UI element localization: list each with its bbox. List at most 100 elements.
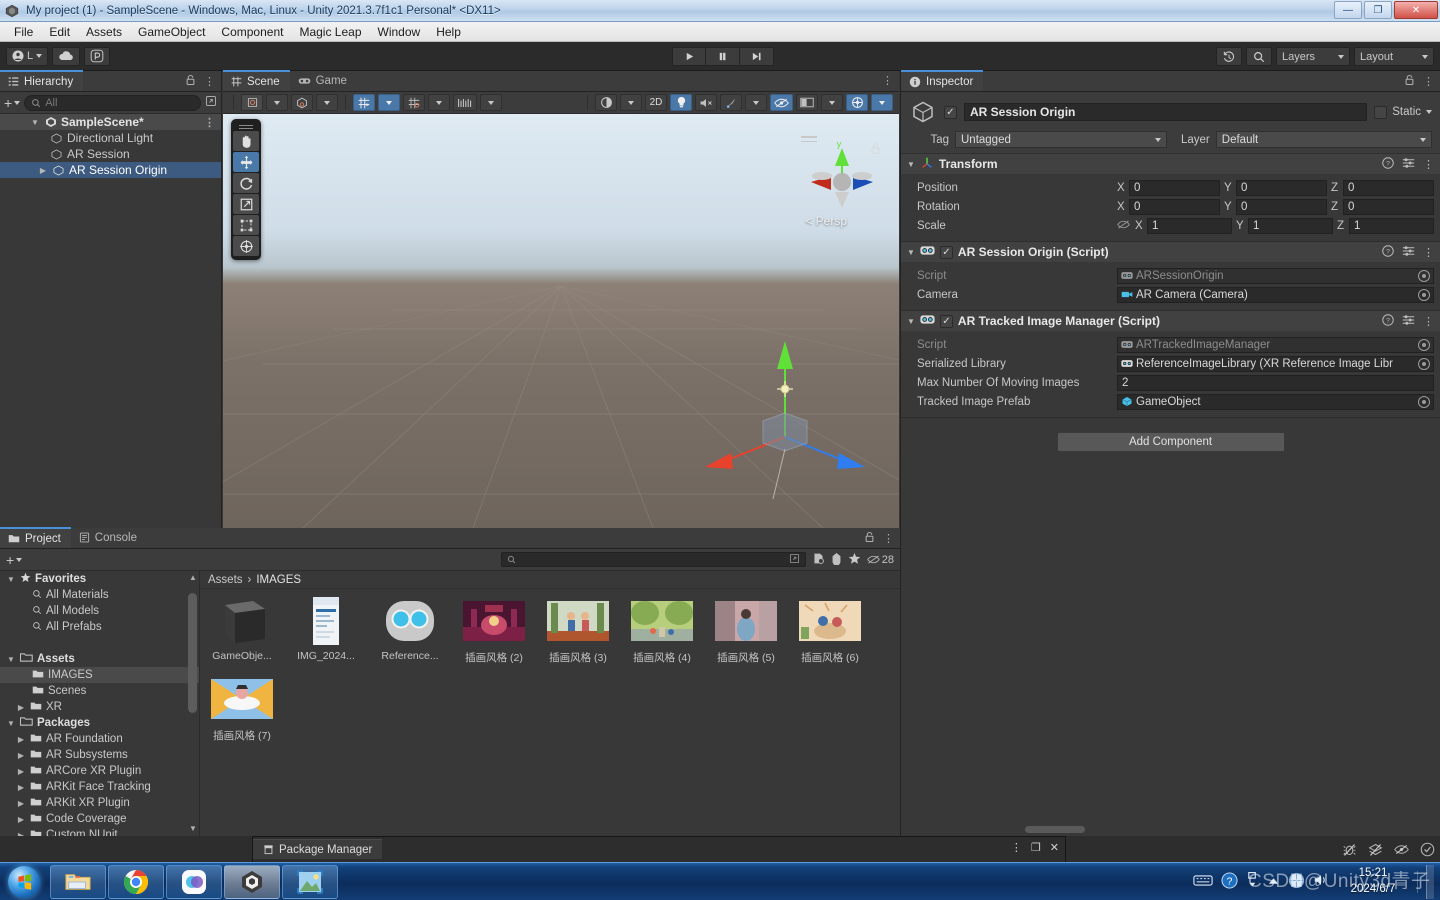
favorite-filter-icon[interactable] (848, 552, 861, 568)
menu-component[interactable]: Component (213, 23, 291, 41)
play-button[interactable] (672, 47, 706, 66)
tab-game[interactable]: Game (290, 70, 357, 91)
account-dropdown[interactable]: L (6, 46, 49, 66)
tree-row-custom-nunit[interactable]: ▶ Custom NUnit (0, 827, 199, 836)
scene-viewport[interactable]: y x z < Persp (223, 114, 899, 528)
tracked-image-prefab-object-field[interactable]: GameObject (1117, 393, 1434, 410)
scene-tool-global-button[interactable] (291, 94, 313, 111)
component-header[interactable]: ▼ ✓ AR Session Origin (Script) ? ⋮ (901, 242, 1440, 262)
scale-tool-icon[interactable] (233, 194, 259, 214)
position-y-input[interactable]: 0 (1236, 179, 1327, 196)
hierarchy-menu-icon[interactable]: ⋮ (204, 75, 215, 88)
hand-tool-icon[interactable] (233, 131, 259, 151)
object-picker-icon[interactable] (1418, 338, 1430, 351)
project-horizontal-scrollbar[interactable] (415, 826, 1095, 833)
constrain-proportions-icon[interactable] (1117, 219, 1130, 233)
tree-row-favorites[interactable]: ▼ Favorites (0, 571, 199, 587)
tree-row-all-models[interactable]: All Models (0, 603, 199, 619)
camera-settings-button[interactable] (796, 94, 818, 111)
scene-menu-icon[interactable]: ⋮ (882, 74, 893, 87)
help-icon[interactable]: ? (1382, 313, 1394, 329)
object-picker-icon[interactable] (1418, 395, 1430, 408)
taskbar-google-chrome[interactable] (108, 864, 164, 899)
shading-mode-button[interactable] (595, 94, 617, 111)
tree-row-scenes[interactable]: Scenes (0, 683, 199, 699)
package-manager-maximize-icon[interactable]: ❐ (1031, 841, 1041, 854)
object-picker-icon[interactable] (1418, 288, 1430, 301)
tree-row-ar-foundation[interactable]: ▶ AR Foundation (0, 731, 199, 747)
step-button[interactable] (740, 47, 774, 66)
scale-z-input[interactable]: 1 (1349, 217, 1434, 234)
component-header[interactable]: ▼ Transform ? ⋮ (901, 154, 1440, 174)
search-options-icon[interactable] (789, 553, 800, 567)
scroll-up-arrow-icon[interactable]: ▲ (189, 573, 197, 582)
gameobject-enabled-checkbox[interactable]: ✓ (944, 105, 957, 119)
gizmos-toggle-button[interactable] (846, 94, 868, 111)
grid-visibility-dropdown[interactable] (428, 94, 450, 111)
expand-arrow-icon[interactable]: ▶ (38, 166, 48, 175)
tree-row-arcore-xr-plugin[interactable]: ▶ ARCore XR Plugin (0, 763, 199, 779)
expand-arrow-icon[interactable]: ▶ (16, 735, 26, 744)
tab-project[interactable]: Project (0, 527, 71, 548)
tree-row-ar-subsystems[interactable]: ▶ AR Subsystems (0, 747, 199, 763)
start-button[interactable] (0, 864, 48, 900)
component-enabled-checkbox[interactable]: ✓ (939, 314, 953, 328)
save-search-icon[interactable] (812, 552, 825, 568)
collapse-arrow-icon[interactable]: ▼ (907, 248, 915, 257)
layout-dropdown[interactable]: Layout (1354, 47, 1434, 66)
expand-arrow-icon[interactable]: ▶ (16, 751, 26, 760)
tree-row-arkit-face-tracking[interactable]: ▶ ARKit Face Tracking (0, 779, 199, 795)
expand-arrow-icon[interactable]: ▶ (16, 815, 26, 824)
gameobject-name-input[interactable]: AR Session Origin (964, 103, 1368, 121)
fx-toggle-button[interactable] (720, 94, 742, 111)
menu-help[interactable]: Help (428, 23, 469, 41)
layers-dropdown[interactable]: Layers (1276, 47, 1350, 66)
close-button[interactable]: ✕ (1394, 1, 1438, 19)
asset-item[interactable]: IMG_2024... (294, 597, 358, 665)
taskbar-photos[interactable] (282, 864, 338, 899)
tree-row-images[interactable]: IMAGES (0, 667, 199, 683)
overlay-drag-handle[interactable] (239, 123, 253, 130)
object-picker-icon[interactable] (1418, 269, 1430, 282)
layers-off-icon[interactable] (1362, 836, 1388, 862)
help-icon[interactable]: ? (1382, 244, 1394, 260)
grid-snapping-button[interactable] (353, 94, 375, 111)
volume-icon[interactable] (1313, 873, 1329, 890)
menu-edit[interactable]: Edit (41, 23, 78, 41)
menu-file[interactable]: File (6, 23, 41, 41)
expand-arrow-icon[interactable]: ▶ (16, 799, 26, 808)
menu-window[interactable]: Window (370, 23, 429, 41)
tab-package-manager[interactable]: Package Manager (253, 839, 383, 859)
serialized-library-object-field[interactable]: ReferenceImageLibrary (XR Reference Imag… (1117, 355, 1434, 372)
taskbar-app-circles[interactable] (166, 864, 222, 899)
plastic-scm-button[interactable] (84, 46, 111, 66)
scene-lighting-button[interactable] (670, 94, 692, 111)
expand-arrow-icon[interactable]: ▼ (30, 118, 40, 127)
component-enabled-checkbox[interactable]: ✓ (939, 245, 953, 259)
asset-item[interactable]: 插画风格 (7) (210, 675, 274, 743)
show-hidden-icons-button[interactable] (1246, 871, 1259, 892)
toolbar-search-button[interactable] (1246, 47, 1272, 66)
shading-mode-dropdown[interactable] (620, 94, 642, 111)
pause-button[interactable] (706, 47, 740, 66)
max-moving-images-input[interactable]: 2 (1117, 374, 1434, 391)
asset-item[interactable]: 插画风格 (3) (546, 597, 610, 665)
expand-arrow-icon[interactable]: ▼ (6, 575, 16, 584)
gizmos-toggle-dropdown[interactable] (871, 94, 893, 111)
tab-console[interactable]: Console (71, 527, 147, 548)
position-x-input[interactable]: 0 (1129, 179, 1220, 196)
tree-row-xr[interactable]: ▶ XR (0, 699, 199, 715)
hierarchy-row-samplescene[interactable]: ▼ SampleScene* ⋮ (0, 114, 221, 130)
scene-menu-icon[interactable]: ⋮ (204, 116, 215, 129)
project-add-button[interactable]: + (6, 553, 23, 567)
grid-visibility-button[interactable] (403, 94, 425, 111)
add-component-button[interactable]: Add Component (1056, 432, 1285, 452)
move-tool-gizmo[interactable] (663, 329, 899, 509)
expand-arrow-icon[interactable]: ▼ (6, 655, 16, 664)
bug-off-icon[interactable] (1336, 836, 1362, 862)
scroll-down-arrow-icon[interactable]: ▼ (189, 824, 197, 833)
hierarchy-lock-icon[interactable] (185, 74, 196, 89)
hierarchy-row-ar-session-origin[interactable]: ▶ AR Session Origin (0, 162, 221, 178)
eye-off-icon[interactable] (1388, 836, 1414, 862)
tag-dropdown[interactable]: Untagged (955, 131, 1167, 148)
